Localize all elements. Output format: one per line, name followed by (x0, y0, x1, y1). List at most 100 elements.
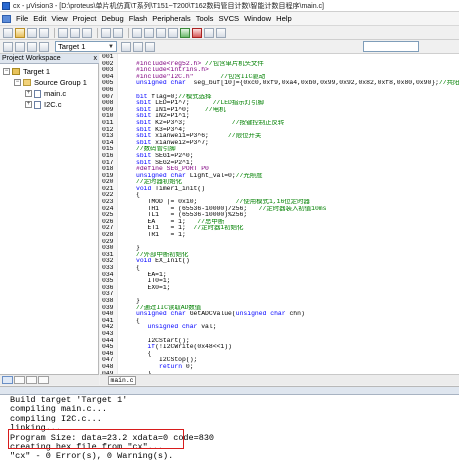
tree-node-main-c[interactable]: + main.c (0, 88, 99, 99)
code-line[interactable]: sbit SEG1=P2^0; (136, 153, 459, 160)
build-icon[interactable] (15, 41, 25, 52)
new-file-icon[interactable] (3, 27, 13, 38)
code-line[interactable]: { (136, 351, 459, 358)
code-line[interactable]: //外部中断初始化 (136, 252, 459, 259)
menu-flash[interactable]: Flash (127, 14, 150, 23)
compile-icon[interactable] (3, 41, 13, 52)
code-line[interactable]: bit flag=0;//模式选择 (136, 94, 459, 101)
indent-icon[interactable] (156, 27, 166, 38)
bookmark-icon[interactable] (144, 27, 154, 38)
window-layout-icon[interactable] (204, 27, 214, 38)
code-line[interactable]: unsigned char seg_buf[10]={0xc0,0xf9,0xa… (136, 80, 459, 87)
code-line[interactable]: sbit xianwei1=P3^6; //限位开关 (136, 133, 459, 140)
code-line[interactable] (136, 331, 459, 338)
code-line[interactable]: sbit K3=P3^4; (136, 127, 459, 134)
code-line[interactable]: return 0; (136, 364, 459, 371)
expand-icon[interactable]: + (25, 101, 32, 108)
tab-functions-icon[interactable] (26, 376, 37, 384)
menu-tools[interactable]: Tools (194, 14, 216, 23)
code-line[interactable]: //定时器初始化 (136, 179, 459, 186)
code-line[interactable]: } (136, 298, 459, 305)
rebuild-icon[interactable] (27, 41, 37, 52)
code-line[interactable]: unsigned char val; (136, 324, 459, 331)
tree-node-target[interactable]: − Target 1 (0, 66, 99, 77)
menu-view[interactable]: View (49, 14, 69, 23)
save-all-icon[interactable] (39, 27, 49, 38)
paste-icon[interactable] (82, 27, 92, 38)
manage-components-icon[interactable] (133, 41, 143, 52)
redo-icon[interactable] (113, 27, 123, 38)
code-line[interactable]: sbit xianwei2=P3^7; (136, 140, 459, 147)
books-icon[interactable] (145, 41, 155, 52)
code-line[interactable]: TL1 = (65536-10000)%256; (136, 212, 459, 219)
code-line[interactable]: sbit K2=P3^3; //按键控制正反转 (136, 120, 459, 127)
undo-icon[interactable] (101, 27, 111, 38)
menu-peripherals[interactable]: Peripherals (150, 14, 192, 23)
app-menu-icon[interactable] (2, 14, 11, 23)
target-options-icon[interactable] (121, 41, 131, 52)
tab-templates-icon[interactable] (38, 376, 49, 384)
code-area[interactable]: #include<reg52.h> //包含单片机头文件 #include<int… (136, 54, 459, 374)
code-line[interactable]: #include"I2C.h" //包含IIC驱动 (136, 74, 459, 81)
tree-node-source-group[interactable]: − Source Group 1 (0, 77, 99, 88)
code-line[interactable]: ET1 = 1; //定时器1初始化 (136, 225, 459, 232)
code-line[interactable]: TMOD |= 0x10; //使用模式1,16位定时器 (136, 199, 459, 206)
find-combo[interactable] (363, 41, 419, 52)
code-line[interactable]: { (136, 265, 459, 272)
code-line[interactable]: if(!I2CWrite(0x48<<1)) (136, 344, 459, 351)
code-line[interactable]: #define SEG_PORT P0 (136, 166, 459, 173)
code-line[interactable]: TR1 = 1; (136, 232, 459, 239)
breakpoint-icon[interactable] (192, 27, 202, 38)
code-line[interactable]: EX0=1; (136, 285, 459, 292)
menu-svcs[interactable]: SVCS (216, 14, 241, 23)
code-line[interactable] (136, 291, 459, 298)
expand-icon[interactable]: + (25, 90, 32, 97)
target-select[interactable]: Target 1 ▼ (55, 41, 117, 52)
unindent-icon[interactable] (168, 27, 178, 38)
open-file-icon[interactable] (15, 27, 25, 38)
collapse-icon[interactable]: − (3, 68, 10, 75)
code-line[interactable]: sbit LED=P1^7; //LED指示灯引脚 (136, 100, 459, 107)
find-icon[interactable] (132, 27, 142, 38)
code-line[interactable] (136, 54, 459, 61)
file-tab-main-c[interactable]: main.c (108, 376, 136, 385)
menu-edit[interactable]: Edit (31, 14, 48, 23)
code-line[interactable]: EA = 1; //总中断 (136, 219, 459, 226)
debug-start-icon[interactable] (180, 27, 190, 38)
menu-help[interactable]: Help (274, 14, 294, 23)
tab-books-icon[interactable] (14, 376, 25, 384)
close-icon[interactable]: x (94, 54, 98, 64)
code-line[interactable]: void EX_Init() (136, 258, 459, 265)
download-icon[interactable] (39, 41, 49, 52)
collapse-icon[interactable]: − (14, 79, 21, 86)
code-line[interactable]: #include<intrins.h> (136, 67, 459, 74)
code-line[interactable]: unsigned char Light_val=0;//光照度 (136, 173, 459, 180)
code-line[interactable]: #include<reg52.h> //包含单片机头文件 (136, 61, 459, 68)
menu-file[interactable]: File (14, 14, 30, 23)
code-line[interactable]: I2CStart(); (136, 338, 459, 345)
code-line[interactable]: TH1 = (65536-10000)/256; //定时器装入初值10ms (136, 206, 459, 213)
code-line[interactable]: sbit SEG2=P2^1; (136, 160, 459, 167)
tree-node-i2c-c[interactable]: + I2C.c (0, 99, 99, 110)
code-editor[interactable]: 001 002 003 004 005 006 007 008 009 010 011 012 013 0… (100, 54, 459, 374)
menu-window[interactable]: Window (242, 14, 273, 23)
menu-debug[interactable]: Debug (99, 14, 125, 23)
code-line[interactable]: { (136, 192, 459, 199)
cut-icon[interactable] (58, 27, 68, 38)
code-line[interactable]: IT0=1; (136, 278, 459, 285)
code-line[interactable]: EA=1; (136, 272, 459, 279)
save-icon[interactable] (27, 27, 37, 38)
code-line[interactable]: //通过IIC读取AD数值 (136, 305, 459, 312)
configure-icon[interactable] (216, 27, 226, 38)
code-line[interactable]: { (136, 318, 459, 325)
tab-project-icon[interactable] (2, 376, 13, 384)
code-line[interactable]: } (136, 245, 459, 252)
code-line[interactable]: sbit IN2=P1^1; (136, 113, 459, 120)
code-line[interactable]: void Timer1_init() (136, 186, 459, 193)
code-line[interactable] (136, 87, 459, 94)
code-line[interactable] (136, 239, 459, 246)
code-line[interactable]: sbit IN1=P1^0; //电机 (136, 107, 459, 114)
menu-project[interactable]: Project (71, 14, 99, 23)
code-line[interactable]: unsigned char GetADCValue(unsigned char … (136, 311, 459, 318)
copy-icon[interactable] (70, 27, 80, 38)
